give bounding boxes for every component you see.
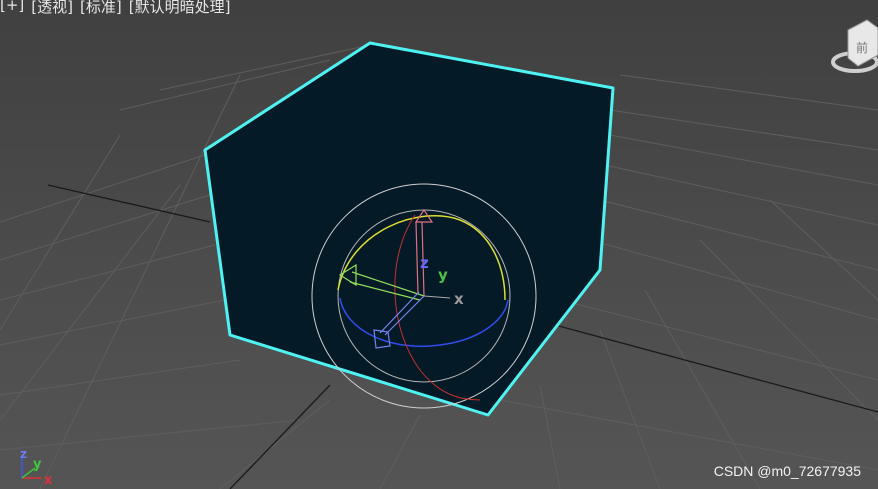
viewcube[interactable]: 前 bbox=[831, 19, 878, 73]
viewport-plus-menu[interactable]: [+] bbox=[0, 0, 24, 16]
perspective-viewport[interactable]: z y x 前 z y x [+] [透视] [标准] [默认明暗处理] CSD… bbox=[0, 0, 878, 489]
gizmo-z-label: z bbox=[420, 254, 429, 272]
viewport-view-menu[interactable]: [透视] bbox=[31, 0, 73, 16]
viewport-label-menu: [+] [透视] [标准] [默认明暗处理] bbox=[0, 0, 230, 16]
gizmo-y-label: y bbox=[438, 266, 448, 284]
watermark: CSDN @m0_72677935 bbox=[713, 463, 861, 479]
gizmo-x-label: x bbox=[454, 290, 464, 308]
selected-box-object[interactable] bbox=[203, 41, 615, 417]
tripod-y-label: y bbox=[33, 457, 42, 472]
viewcube-front-label[interactable]: 前 bbox=[856, 40, 868, 55]
tripod-z-label: z bbox=[20, 447, 27, 461]
viewport-canvas[interactable]: z y x 前 z y x bbox=[0, 0, 878, 489]
tripod-x-label: x bbox=[44, 473, 53, 488]
viewport-shading-menu[interactable]: [标准] bbox=[80, 0, 122, 16]
viewport-lighting-menu[interactable]: [默认明暗处理] bbox=[129, 0, 231, 16]
